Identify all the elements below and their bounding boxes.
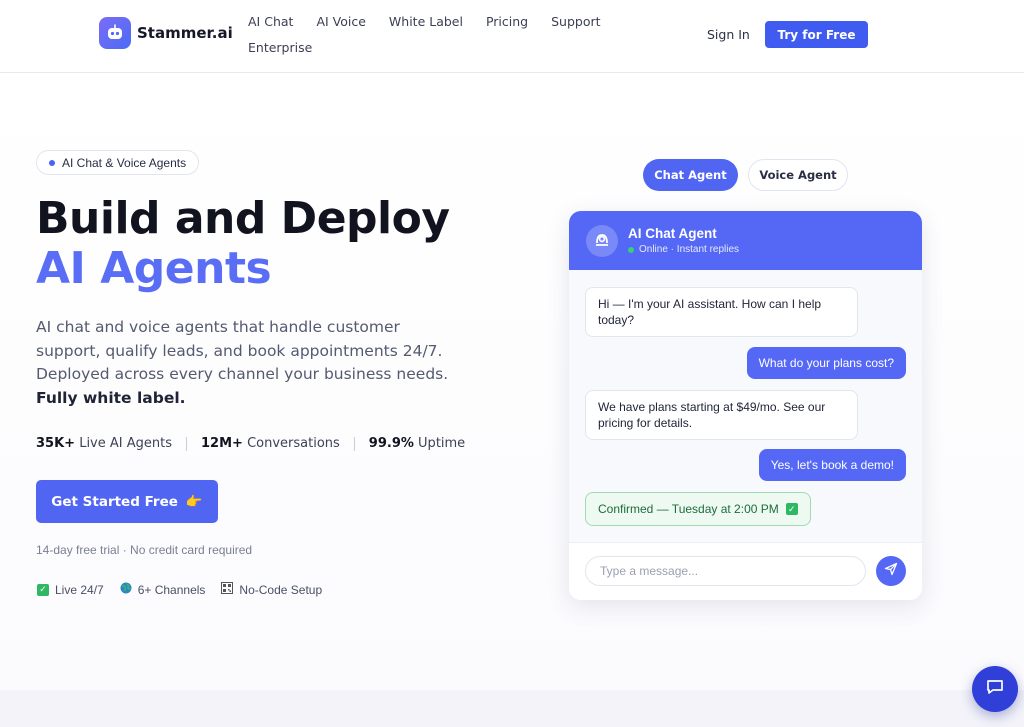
stats-row: 35K+ Live AI Agents 12M+ Conversations 9… bbox=[36, 436, 465, 451]
bot-message: Hi — I'm your AI assistant. How can I he… bbox=[585, 287, 858, 337]
check-box-icon: ✓ bbox=[785, 503, 798, 515]
confirmation-message: Confirmed — Tuesday at 2:00 PM ✓ bbox=[585, 492, 811, 526]
check-box-icon: ✓ bbox=[37, 583, 49, 596]
hero-title-line1: Build and Deploy bbox=[36, 193, 450, 244]
nav-enterprise[interactable]: Enterprise bbox=[248, 40, 312, 56]
chat-bubble-icon bbox=[985, 677, 1005, 702]
stat-value-agents: 35K+ bbox=[36, 436, 76, 451]
message-input[interactable] bbox=[585, 556, 866, 586]
stat-label-agents: Live AI Agents bbox=[79, 436, 172, 451]
agent-status: Online · Instant replies bbox=[628, 244, 739, 255]
nav-support[interactable]: Support bbox=[551, 14, 600, 30]
nav-pricing[interactable]: Pricing bbox=[486, 14, 528, 30]
feature-live-label: Live 24/7 bbox=[55, 582, 104, 597]
chat-launcher-button[interactable] bbox=[972, 666, 1018, 712]
hero-description-text: AI chat and voice agents that handle cus… bbox=[36, 318, 449, 383]
online-dot-icon bbox=[628, 246, 634, 253]
nav-ai-chat[interactable]: AI Chat bbox=[248, 14, 293, 30]
agent-status-text: Online · Instant replies bbox=[639, 244, 740, 255]
stat-label-uptime: Uptime bbox=[418, 436, 466, 451]
next-section-band bbox=[0, 690, 1024, 727]
get-started-button[interactable]: Get Started Free 👉 bbox=[36, 480, 218, 523]
chat-header: AI Chat Agent Online · Instant replies bbox=[569, 211, 922, 270]
qr-icon bbox=[221, 582, 234, 597]
hero-title-line2: AI Agents bbox=[36, 243, 272, 294]
user-message: Yes, let's book a demo! bbox=[758, 449, 906, 481]
try-for-free-button[interactable]: Try for Free bbox=[765, 21, 868, 48]
feature-channels-label: 6+ Channels bbox=[137, 582, 206, 597]
robot-logo-icon bbox=[99, 17, 131, 49]
brand-logo[interactable]: Stammer.ai bbox=[99, 17, 233, 49]
sign-in-link[interactable]: Sign In bbox=[707, 27, 750, 42]
feature-nocode: No-Code Setup bbox=[221, 582, 322, 597]
chat-composer bbox=[569, 542, 922, 600]
feature-badges: ✓ Live 24/7 6+ Channels No-Code Setup bbox=[37, 582, 322, 597]
trial-note: 14-day free trial · No credit card requi… bbox=[36, 543, 253, 557]
site-header: Stammer.ai AI Chat AI Voice White Label … bbox=[0, 0, 1024, 73]
feature-live: ✓ Live 24/7 bbox=[37, 582, 104, 597]
user-message: What do your plans cost? bbox=[746, 347, 906, 379]
feature-channels: 6+ Channels bbox=[120, 582, 206, 597]
send-button[interactable] bbox=[876, 556, 906, 586]
globe-icon bbox=[120, 582, 132, 597]
stat-divider bbox=[353, 436, 355, 451]
stat-divider bbox=[186, 436, 187, 451]
get-started-label: Get Started Free bbox=[51, 493, 178, 510]
category-pill: AI Chat & Voice Agents bbox=[36, 150, 200, 175]
send-icon bbox=[884, 562, 898, 581]
tab-chat-agent[interactable]: Chat Agent bbox=[643, 159, 738, 191]
bot-icon bbox=[593, 230, 611, 253]
hero-description-bold: Fully white label. bbox=[36, 388, 186, 407]
pill-dot-icon bbox=[49, 159, 55, 166]
agent-name: AI Chat Agent bbox=[628, 226, 717, 241]
main-nav: AI Chat AI Voice White Label Pricing Sup… bbox=[248, 14, 620, 56]
stat-value-conversations: 12M+ bbox=[201, 436, 243, 451]
pill-label: AI Chat & Voice Agents bbox=[62, 155, 187, 170]
stat-label-conversations: Conversations bbox=[247, 436, 340, 451]
agent-avatar bbox=[586, 225, 618, 257]
pointing-hand-icon: 👉 bbox=[185, 493, 203, 510]
tab-voice-agent[interactable]: Voice Agent bbox=[748, 159, 848, 191]
chat-demo-window: AI Chat Agent Online · Instant replies H… bbox=[569, 211, 922, 600]
bot-message: We have plans starting at $49/mo. See ou… bbox=[585, 390, 858, 440]
feature-nocode-label: No-Code Setup bbox=[239, 582, 323, 597]
chat-messages: Hi — I'm your AI assistant. How can I he… bbox=[569, 270, 922, 542]
hero-description: AI chat and voice agents that handle cus… bbox=[36, 316, 461, 410]
nav-white-label[interactable]: White Label bbox=[389, 14, 463, 30]
stat-value-uptime: 99.9% bbox=[368, 436, 414, 451]
confirmation-text: Confirmed — Tuesday at 2:00 PM bbox=[598, 502, 779, 516]
nav-ai-voice[interactable]: AI Voice bbox=[316, 14, 365, 30]
brand-name: Stammer.ai bbox=[137, 24, 233, 42]
